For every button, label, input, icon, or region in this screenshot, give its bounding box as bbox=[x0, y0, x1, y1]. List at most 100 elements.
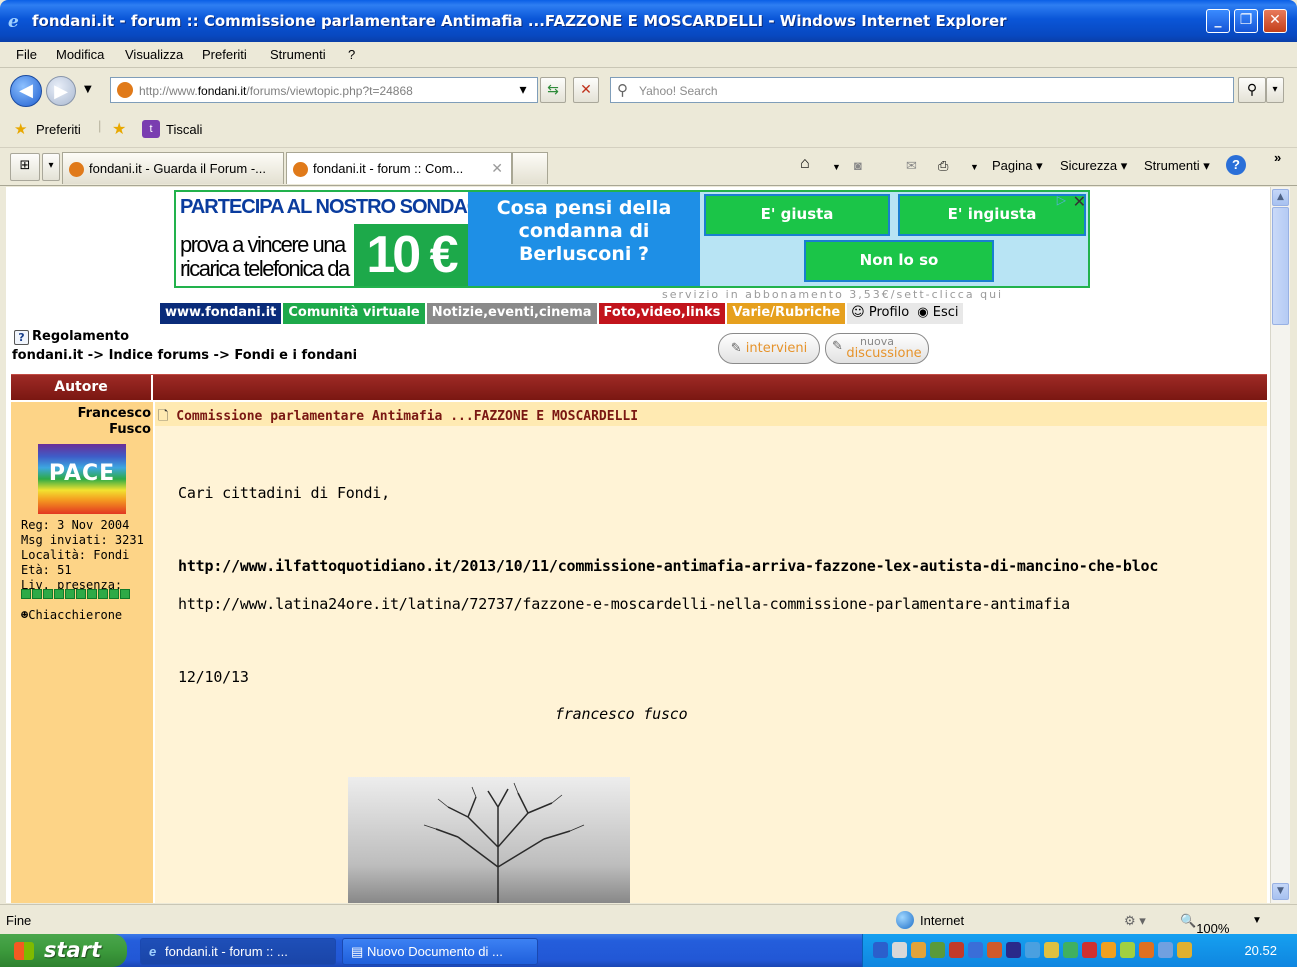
title-bar: e fondani.it - forum :: Commissione parl… bbox=[0, 0, 1297, 42]
menu-file[interactable]: File bbox=[16, 47, 37, 62]
status-text: Fine bbox=[6, 913, 32, 928]
new-topic-button[interactable]: ✎ nuova discussione bbox=[825, 333, 929, 364]
menu-visualizza[interactable]: Visualizza bbox=[125, 47, 183, 62]
scroll-down-icon[interactable]: ▼ bbox=[1272, 883, 1289, 900]
taskbar-item-document[interactable]: ▤ Nuovo Documento di ... bbox=[342, 938, 538, 965]
post-icon: 🗋 bbox=[158, 409, 169, 424]
scroll-up-icon[interactable]: ▲ bbox=[1272, 189, 1289, 206]
separator: | bbox=[98, 118, 102, 133]
nav-fondani[interactable]: www.fondani.it bbox=[160, 303, 282, 324]
print-dropdown-icon[interactable]: ▼ bbox=[970, 162, 979, 172]
search-options-icon[interactable]: ▾ bbox=[1266, 77, 1284, 103]
close-button[interactable]: ✕ bbox=[1263, 9, 1287, 33]
author-location: Località: Fondi bbox=[21, 548, 130, 562]
status-bar: Fine Internet ⚙ ▾ 🔍 100% ▼ bbox=[0, 904, 1297, 936]
author-name[interactable]: Francesco Fusco bbox=[78, 406, 151, 438]
windows-logo-icon bbox=[14, 942, 34, 960]
author-reg: Reg: 3 Nov 2004 bbox=[21, 518, 130, 532]
post-date: 12/10/13 bbox=[178, 668, 249, 686]
stop-button[interactable]: ✕ bbox=[573, 77, 599, 103]
search-go-button[interactable]: ⚲ bbox=[1238, 77, 1266, 103]
home-icon[interactable]: ⌂ bbox=[800, 155, 810, 173]
feeds-icon[interactable]: ◙ bbox=[854, 158, 862, 173]
nav-comunita[interactable]: Comunità virtuale bbox=[283, 303, 425, 324]
vertical-scrollbar[interactable]: ▲ ▼ bbox=[1270, 187, 1290, 903]
menu-strumenti[interactable]: Strumenti bbox=[270, 47, 326, 62]
new-tab-button[interactable] bbox=[512, 152, 548, 184]
tray-icons[interactable] bbox=[873, 942, 1192, 958]
poll-option-giusta[interactable]: E' giusta bbox=[704, 194, 890, 236]
post-signature: francesco fusco bbox=[555, 705, 688, 723]
home-dropdown-icon[interactable]: ▼ bbox=[832, 162, 841, 172]
minimize-button[interactable]: _ bbox=[1206, 9, 1230, 33]
rules-label: Regolamento bbox=[32, 329, 130, 344]
search-input[interactable]: ⚲ Yahoo! Search bbox=[610, 77, 1234, 103]
add-favorite-icon[interactable]: ★ bbox=[112, 119, 126, 139]
site-favicon-icon bbox=[117, 82, 133, 98]
history-dropdown-icon[interactable]: ▼ bbox=[84, 84, 92, 95]
favorites-link-tiscali[interactable]: Tiscali bbox=[166, 122, 202, 137]
rules-link[interactable]: ? Regolamento bbox=[14, 329, 129, 345]
zoom-level[interactable]: 🔍 100% bbox=[1180, 913, 1229, 936]
nav-varie[interactable]: Varie/Rubriche bbox=[727, 303, 846, 324]
tab-label: fondani.it - Guarda il Forum -... bbox=[89, 161, 267, 176]
post-link-1[interactable]: http://www.ilfattoquotidiano.it/2013/10/… bbox=[178, 557, 1158, 575]
tab-guarda-forum[interactable]: fondani.it - Guarda il Forum -... bbox=[62, 152, 284, 184]
presence-meter bbox=[21, 589, 130, 599]
nav-notizie[interactable]: Notizie,eventi,cinema bbox=[426, 303, 597, 324]
taskbar-item-ie[interactable]: e fondani.it - forum :: ... bbox=[140, 938, 336, 965]
ie-small-icon: e bbox=[149, 944, 157, 959]
close-tab-icon[interactable]: ✕ bbox=[491, 160, 503, 177]
menu-pagina[interactable]: Pagina ▾ bbox=[992, 158, 1043, 174]
print-icon[interactable]: ⎙ bbox=[938, 158, 948, 174]
search-engine-icon: ⚲ bbox=[617, 82, 628, 99]
author-age: Età: 51 bbox=[21, 563, 72, 577]
post-body bbox=[155, 402, 1267, 903]
address-dropdown-icon[interactable]: ▾ bbox=[512, 78, 534, 102]
nav-foto[interactable]: Foto,video,links bbox=[598, 303, 726, 324]
help-icon[interactable]: ? bbox=[1226, 155, 1246, 175]
banner-footer[interactable]: servizio in abbonamento 3,53€/sett-clicc… bbox=[662, 288, 1003, 301]
menu-sicurezza[interactable]: Sicurezza ▾ bbox=[1060, 158, 1127, 174]
site-favicon-icon bbox=[293, 162, 308, 177]
poll-banner[interactable]: PARTECIPA AL NOSTRO SONDAGGIO! prova a v… bbox=[174, 190, 1090, 288]
menu-preferiti[interactable]: Preferiti bbox=[202, 47, 247, 62]
banner-line2: ricarica telefonica da bbox=[180, 256, 350, 281]
favorites-bar: ★ Preferiti | ★ t Tiscali bbox=[0, 112, 1297, 148]
adchoices-icon[interactable]: ▷ bbox=[1057, 193, 1066, 207]
protected-mode-icon[interactable]: ⚙ ▾ bbox=[1124, 913, 1146, 929]
banner-price: 10 € bbox=[354, 224, 468, 286]
refresh-button[interactable]: ⇆ bbox=[540, 77, 566, 103]
menu-strumenti-cmd[interactable]: Strumenti ▾ bbox=[1144, 158, 1210, 174]
breadcrumb[interactable]: fondani.it -> Indice forums -> Fondi e i… bbox=[12, 348, 357, 363]
restore-button[interactable]: ❐ bbox=[1234, 9, 1258, 33]
poll-option-non-so[interactable]: Non lo so bbox=[804, 240, 994, 282]
close-ad-icon[interactable]: ✕ bbox=[1073, 192, 1086, 211]
tab-forum-current[interactable]: fondani.it - forum :: Com... ✕ bbox=[286, 152, 512, 184]
scroll-thumb[interactable] bbox=[1272, 207, 1289, 325]
address-toolbar: ◀ ▶ ▼ http://www.fondani.it/forums/viewt… bbox=[0, 68, 1297, 112]
post-greeting: Cari cittadini di Fondi, bbox=[178, 484, 390, 502]
site-nav: www.fondani.it Comunità virtuale Notizie… bbox=[160, 303, 963, 324]
taskbar: start e fondani.it - forum :: ... ▤ Nuovo … bbox=[0, 934, 1297, 967]
table-header: Autore bbox=[11, 374, 1267, 401]
nav-logout[interactable]: ◉ Esci bbox=[913, 303, 963, 324]
favorites-button[interactable]: Preferiti bbox=[36, 122, 81, 137]
author-info: Reg: 3 Nov 2004 Msg inviati: 3231 Locali… bbox=[21, 518, 144, 593]
quick-tabs-icon[interactable]: ⊞ bbox=[10, 153, 40, 181]
post-link-2[interactable]: http://www.latina24ore.it/latina/72737/f… bbox=[178, 595, 1070, 613]
zoom-dropdown-icon[interactable]: ▼ bbox=[1252, 915, 1262, 926]
mail-icon[interactable]: ✉ bbox=[906, 158, 917, 174]
reply-button[interactable]: ✎ intervieni bbox=[718, 333, 820, 364]
address-field[interactable]: http://www.fondani.it/forums/viewtopic.p… bbox=[110, 77, 538, 103]
nav-profile[interactable]: ☺ Profilo bbox=[847, 303, 914, 324]
back-button[interactable]: ◀ bbox=[10, 75, 42, 107]
start-button[interactable]: start bbox=[0, 934, 127, 967]
menu-help[interactable]: ? bbox=[348, 47, 355, 62]
clock: 20.52 bbox=[1244, 943, 1277, 958]
tab-list-icon[interactable]: ▾ bbox=[42, 153, 60, 181]
reply-icon: ✎ bbox=[730, 341, 742, 356]
chevron-more-icon[interactable]: » bbox=[1274, 150, 1281, 165]
forward-button[interactable]: ▶ bbox=[46, 76, 76, 106]
menu-modifica[interactable]: Modifica bbox=[56, 47, 104, 62]
